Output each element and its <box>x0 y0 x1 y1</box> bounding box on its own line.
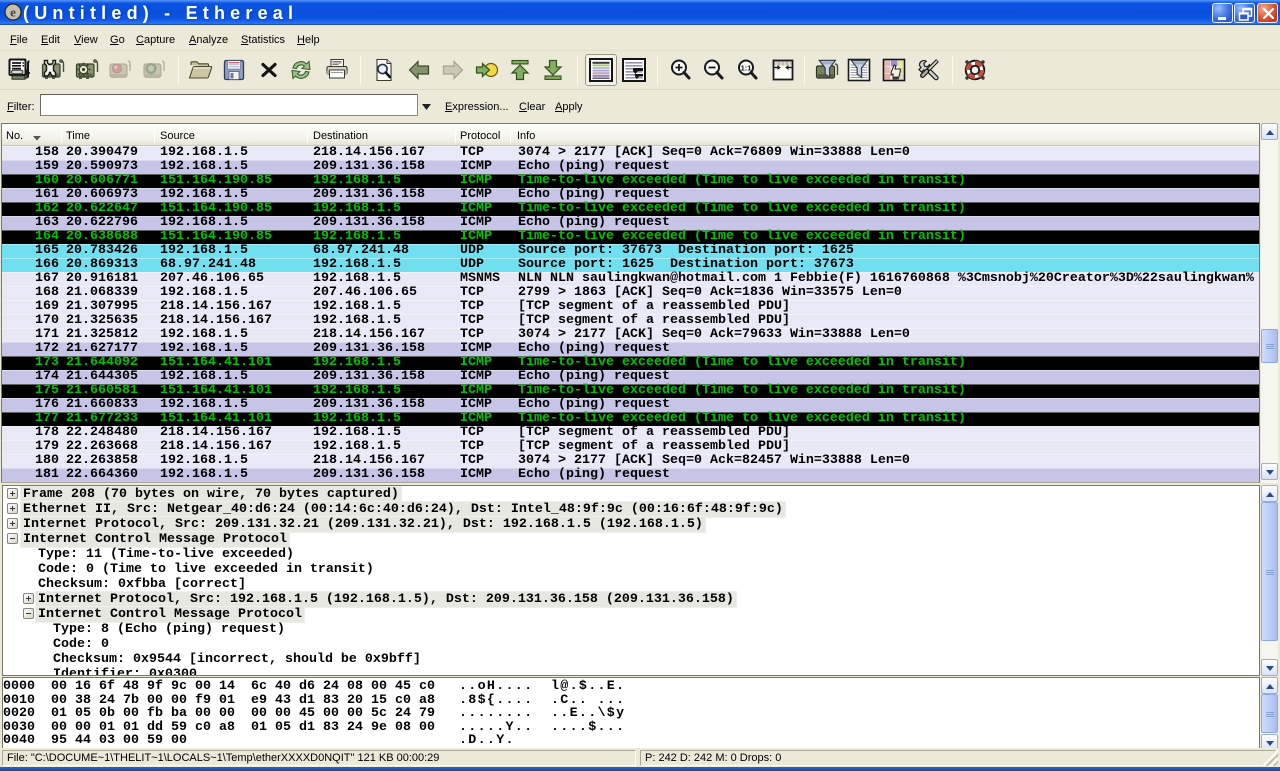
svg-text:e: e <box>10 5 16 20</box>
svg-text:1:1: 1:1 <box>741 64 752 73</box>
